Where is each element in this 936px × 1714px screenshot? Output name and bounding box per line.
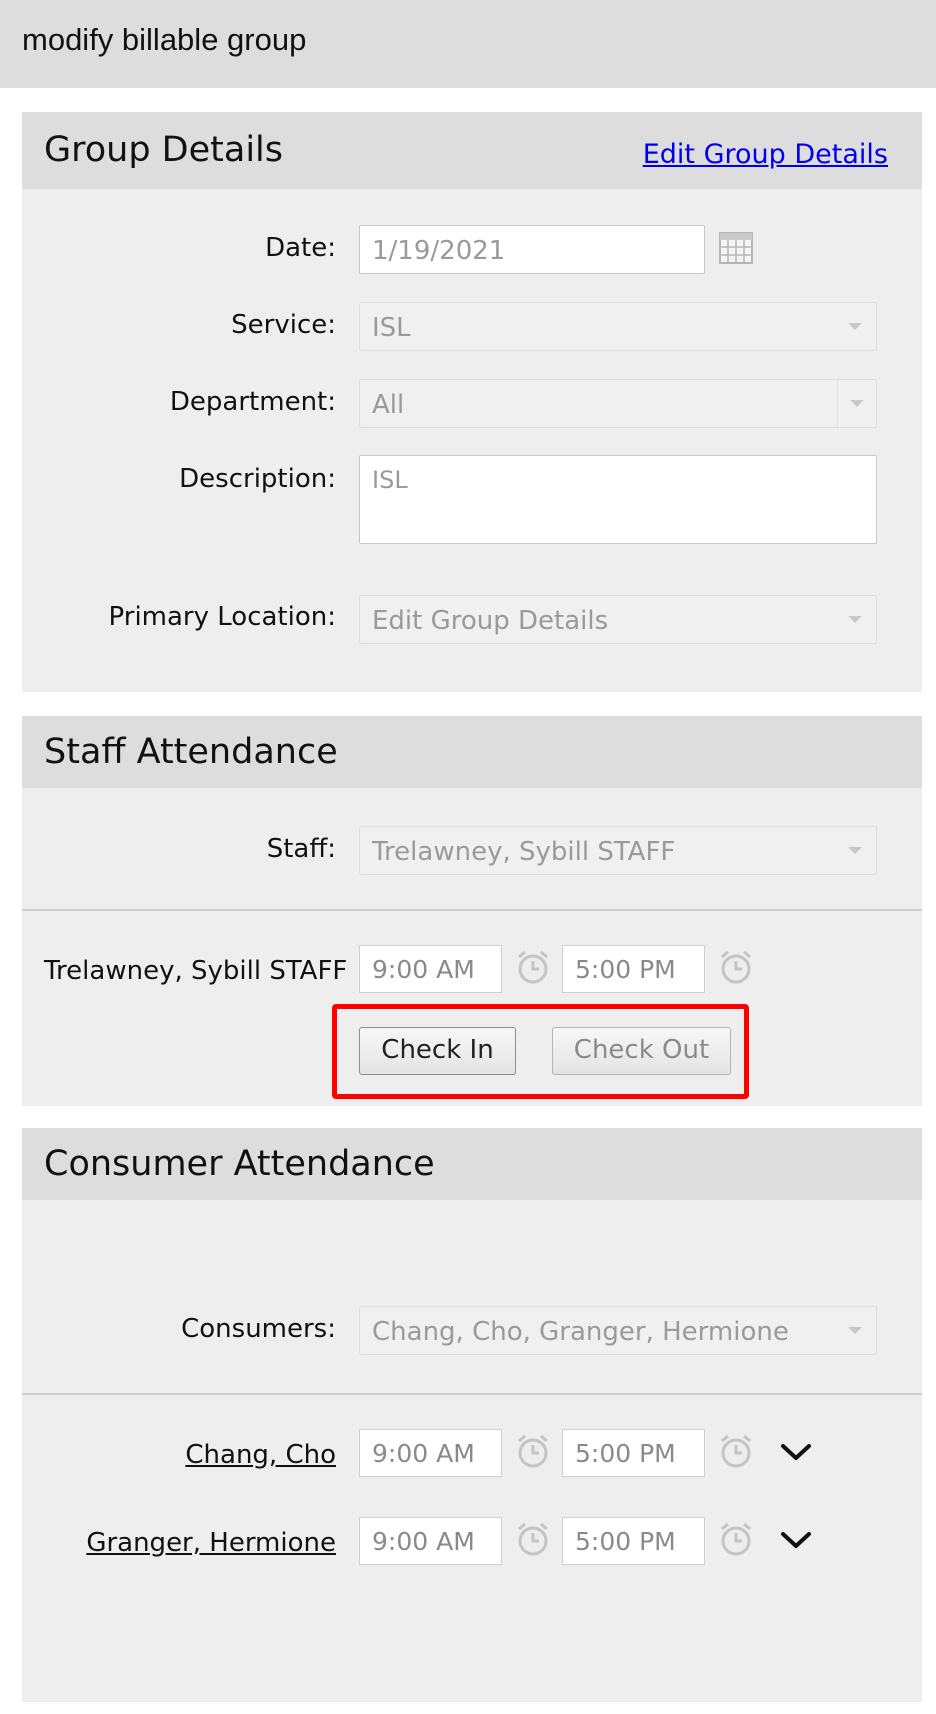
consumer-name-link[interactable]: Chang, Cho (185, 1440, 336, 1470)
description-textarea[interactable]: ISL (359, 455, 877, 544)
primary-location-label: Primary Location: (108, 602, 336, 632)
consumer-start-time-input[interactable]: 9:00 AM (359, 1429, 502, 1477)
consumer-attendance-panel: Consumer Attendance Consumers: Chang, Ch… (22, 1128, 922, 1702)
staff-row-name: Trelawney, Sybill STAFF (44, 956, 348, 986)
alarm-clock-icon[interactable] (718, 949, 754, 985)
service-select[interactable]: ISL (359, 302, 877, 351)
chevron-down-icon (848, 323, 862, 330)
primary-location-select[interactable]: Edit Group Details (359, 595, 877, 644)
staff-end-time-input[interactable]: 5:00 PM (562, 945, 705, 993)
calendar-icon[interactable] (719, 232, 753, 264)
consumer-name-link[interactable]: Granger, Hermione (86, 1528, 336, 1558)
staff-select[interactable]: Trelawney, Sybill STAFF (359, 826, 877, 875)
date-input[interactable]: 1/19/2021 (359, 225, 705, 274)
date-label: Date: (265, 233, 336, 263)
expand-chevron-icon[interactable] (779, 1441, 813, 1465)
staff-divider (22, 909, 922, 911)
expand-chevron-icon[interactable] (779, 1529, 813, 1553)
alarm-clock-icon[interactable] (515, 1433, 551, 1469)
description-label: Description: (179, 464, 336, 494)
group-details-header: Group Details Edit Group Details (22, 112, 922, 189)
consumer-start-time-input[interactable]: 9:00 AM (359, 1517, 502, 1565)
staff-attendance-title: Staff Attendance (44, 732, 338, 772)
service-label: Service: (231, 310, 336, 340)
chevron-down-icon (848, 847, 862, 854)
consumer-attendance-header: Consumer Attendance (22, 1128, 922, 1200)
group-details-title: Group Details (44, 130, 284, 170)
consumers-label: Consumers: (181, 1314, 336, 1344)
consumer-end-time-input[interactable]: 5:00 PM (562, 1517, 705, 1565)
consumer-attendance-title: Consumer Attendance (44, 1144, 435, 1184)
staff-start-time-input[interactable]: 9:00 AM (359, 945, 502, 993)
consumer-end-time-input[interactable]: 5:00 PM (562, 1429, 705, 1477)
consumers-select[interactable]: Chang, Cho, Granger, Hermione (359, 1306, 877, 1355)
chevron-down-icon (850, 400, 864, 407)
alarm-clock-icon[interactable] (515, 949, 551, 985)
staff-attendance-header: Staff Attendance (22, 716, 922, 788)
edit-group-details-link[interactable]: Edit Group Details (643, 139, 888, 170)
chevron-down-icon (848, 616, 862, 623)
group-details-panel: Group Details Edit Group Details Date: 1… (22, 112, 922, 692)
chevron-down-icon (848, 1327, 862, 1334)
highlight-box (332, 1004, 749, 1099)
alarm-clock-icon[interactable] (515, 1521, 551, 1557)
staff-label: Staff: (266, 834, 336, 864)
alarm-clock-icon[interactable] (718, 1521, 754, 1557)
top-bar: modify billable group (0, 0, 936, 88)
department-select[interactable]: All (359, 379, 877, 428)
page-title: modify billable group (22, 22, 307, 57)
department-label: Department: (169, 387, 336, 417)
alarm-clock-icon[interactable] (718, 1433, 754, 1469)
consumer-divider (22, 1393, 922, 1395)
